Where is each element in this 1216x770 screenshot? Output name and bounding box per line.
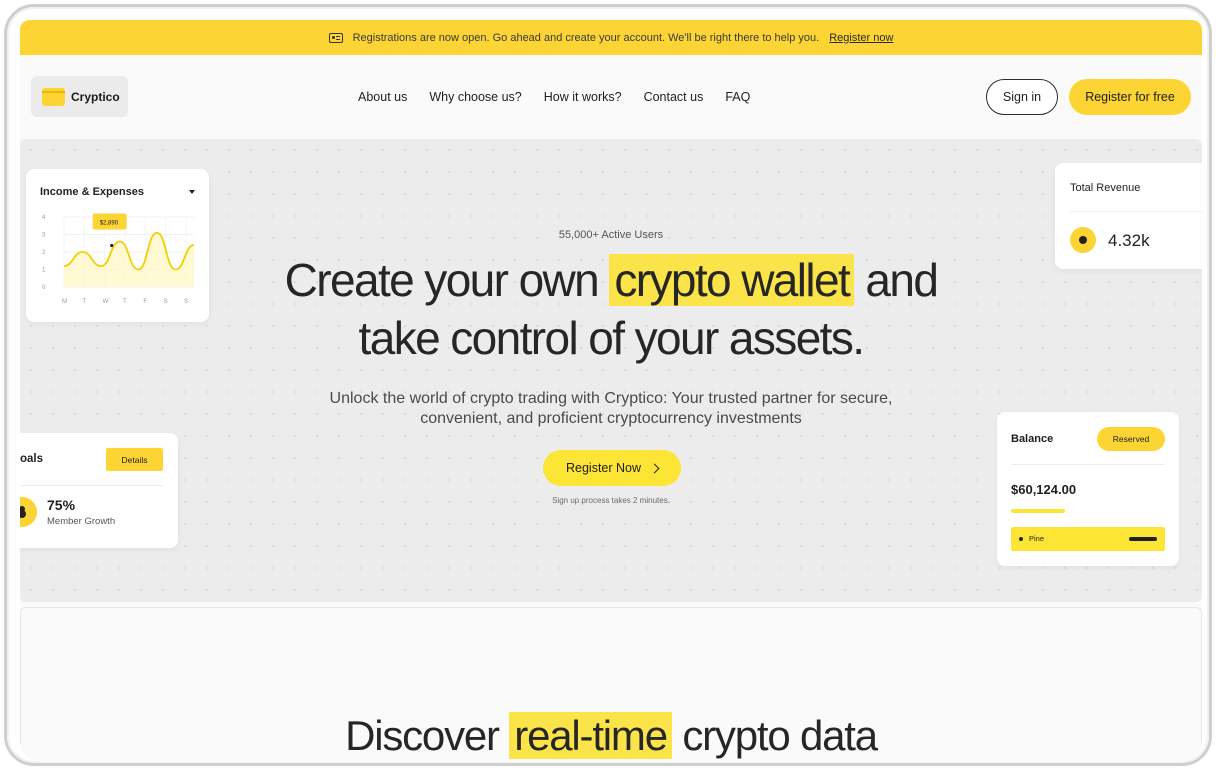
nav-contact-us[interactable]: Contact us xyxy=(644,90,704,104)
divider xyxy=(20,485,163,486)
member-growth-label: Member Growth xyxy=(47,516,116,527)
register-for-free-button[interactable]: Register for free xyxy=(1069,79,1191,115)
x-tick-label: F xyxy=(143,299,147,305)
discover-part-1: Discover xyxy=(345,712,510,759)
register-now-label: Register Now xyxy=(565,461,642,475)
user-icon xyxy=(20,497,37,527)
discover-part-2: crypto data xyxy=(671,712,878,759)
y-tick-label: 4 xyxy=(42,215,46,221)
coin-icon xyxy=(1070,227,1096,253)
headline-line-2: take control of your assets. xyxy=(358,312,866,364)
x-tick-label: T xyxy=(82,299,86,305)
y-tick-label: 2 xyxy=(42,250,46,256)
x-tick-label: S xyxy=(164,299,168,305)
member-growth-percent: 75% xyxy=(47,497,76,513)
screen: Registrations are now open. Go ahead and… xyxy=(20,20,1202,762)
id-card-icon xyxy=(328,32,343,43)
sign-in-button[interactable]: Sign in xyxy=(986,79,1058,115)
balance-card: Balance Reserved $60,124.00 Pine xyxy=(997,412,1179,566)
x-tick-label: W xyxy=(103,299,109,305)
nav-faq[interactable]: FAQ xyxy=(725,90,750,104)
details-button[interactable]: Details xyxy=(106,448,163,471)
y-tick-label: 0 xyxy=(42,285,46,291)
divider xyxy=(1070,211,1202,212)
logo[interactable]: Cryptico xyxy=(31,76,128,117)
register-now-link[interactable]: Register now xyxy=(829,32,893,44)
top-nav: Cryptico About us Why choose us? How it … xyxy=(20,55,1202,139)
balance-row-value-bar xyxy=(1129,537,1157,541)
discover-heading: Discover real-time crypto data xyxy=(21,712,1201,760)
x-tick-label: S xyxy=(184,299,188,305)
headline-part-2: and xyxy=(854,254,939,306)
wallet-icon xyxy=(42,87,65,106)
discover-highlight: real-time xyxy=(509,712,672,759)
headline-part-1: Create your own xyxy=(284,254,610,306)
income-chart: 0 1 2 3 4 M T W T F S S $2,890 xyxy=(42,213,195,305)
hero-section: 55,000+ Active Users Create your own cry… xyxy=(20,139,1202,602)
balance-row-label: Pine xyxy=(1029,534,1045,543)
nav-links: About us Why choose us? How it works? Co… xyxy=(358,55,750,139)
brand-name: Cryptico xyxy=(71,89,120,104)
nav-how-it-works[interactable]: How it works? xyxy=(544,90,622,104)
y-tick-label: 1 xyxy=(42,268,46,274)
income-expenses-card: Income & Expenses 0 1 2 3 4 M T W T F S S $2,890 xyxy=(26,169,209,322)
x-tick-label: T xyxy=(123,299,127,305)
chevron-right-icon xyxy=(649,463,660,474)
balance-amount: $60,124.00 xyxy=(1011,482,1077,497)
nav-about-us[interactable]: About us xyxy=(358,90,407,104)
reserved-badge[interactable]: Reserved xyxy=(1097,427,1165,451)
subhead-line-1: Unlock the world of crypto trading with … xyxy=(329,390,893,407)
annotation-label: $2,890 xyxy=(100,221,119,227)
announcement-text: Registrations are now open. Go ahead and… xyxy=(352,31,820,44)
divider xyxy=(1011,464,1165,465)
x-tick-label: M xyxy=(62,299,67,305)
nav-why-choose-us[interactable]: Why choose us? xyxy=(429,90,521,104)
balance-title: Balance xyxy=(1011,433,1054,445)
balance-row[interactable]: Pine xyxy=(1011,527,1165,551)
goals-card-title: oals xyxy=(20,453,44,465)
discover-section: Discover real-time crypto data xyxy=(20,607,1202,762)
headline-highlight: crypto wallet xyxy=(609,254,855,306)
revenue-value: 4.32k xyxy=(1108,231,1150,250)
subhead-line-2: convenient, and proficient cryptocurrenc… xyxy=(420,410,802,427)
total-revenue-card: Total Revenue 4.32k xyxy=(1055,163,1202,269)
y-tick-label: 3 xyxy=(42,233,46,239)
revenue-title: Total Revenue xyxy=(1070,182,1141,194)
balance-progress-bar xyxy=(1011,509,1065,513)
annotation-point xyxy=(110,243,114,248)
announcement-bar: Registrations are now open. Go ahead and… xyxy=(20,20,1202,55)
bullet-icon xyxy=(1019,537,1023,541)
series-area xyxy=(64,232,194,287)
goals-card: oals Details 75% Member Growth xyxy=(20,433,178,548)
tablet-frame: Registrations are now open. Go ahead and… xyxy=(4,4,1212,766)
register-now-button[interactable]: Register Now xyxy=(543,450,681,486)
